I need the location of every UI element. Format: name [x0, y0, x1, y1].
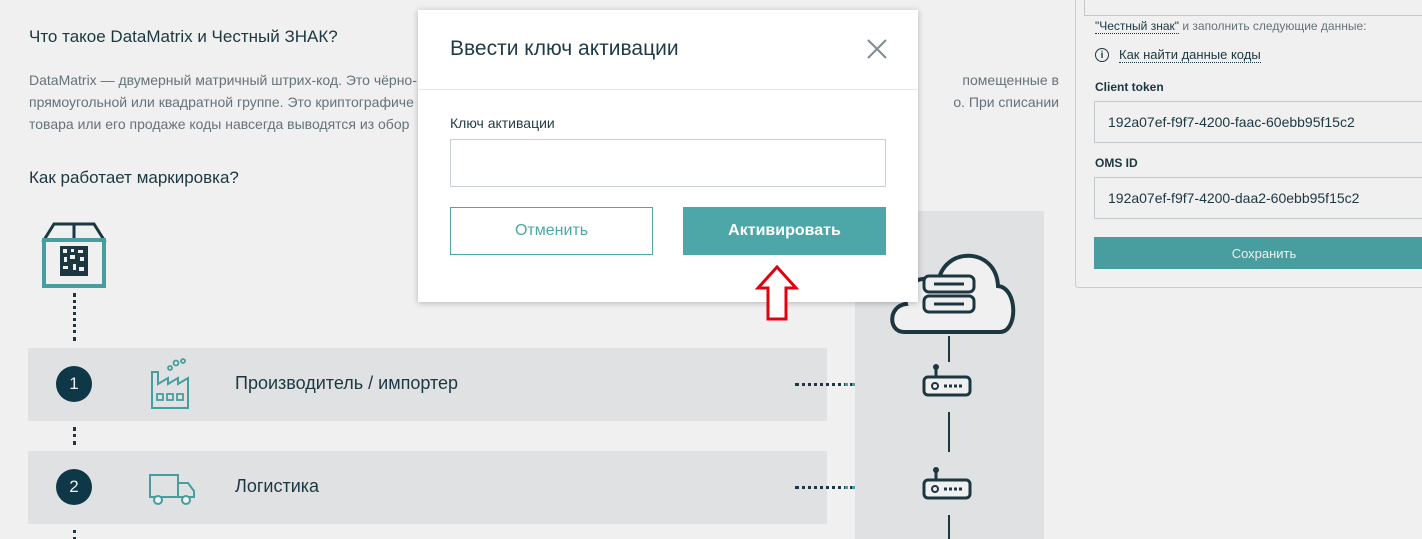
- close-icon[interactable]: [866, 38, 888, 60]
- arrow-up-icon: [755, 264, 799, 321]
- activation-key-dialog: Ввести ключ активации Ключ активации Отм…: [418, 10, 918, 302]
- activation-key-input[interactable]: [450, 139, 886, 187]
- activation-key-label: Ключ активации: [450, 115, 555, 131]
- activate-button[interactable]: Активировать: [683, 207, 886, 255]
- cancel-button[interactable]: Отменить: [450, 207, 653, 255]
- dialog-title: Ввести ключ активации: [450, 37, 679, 60]
- dialog-divider: [418, 89, 918, 90]
